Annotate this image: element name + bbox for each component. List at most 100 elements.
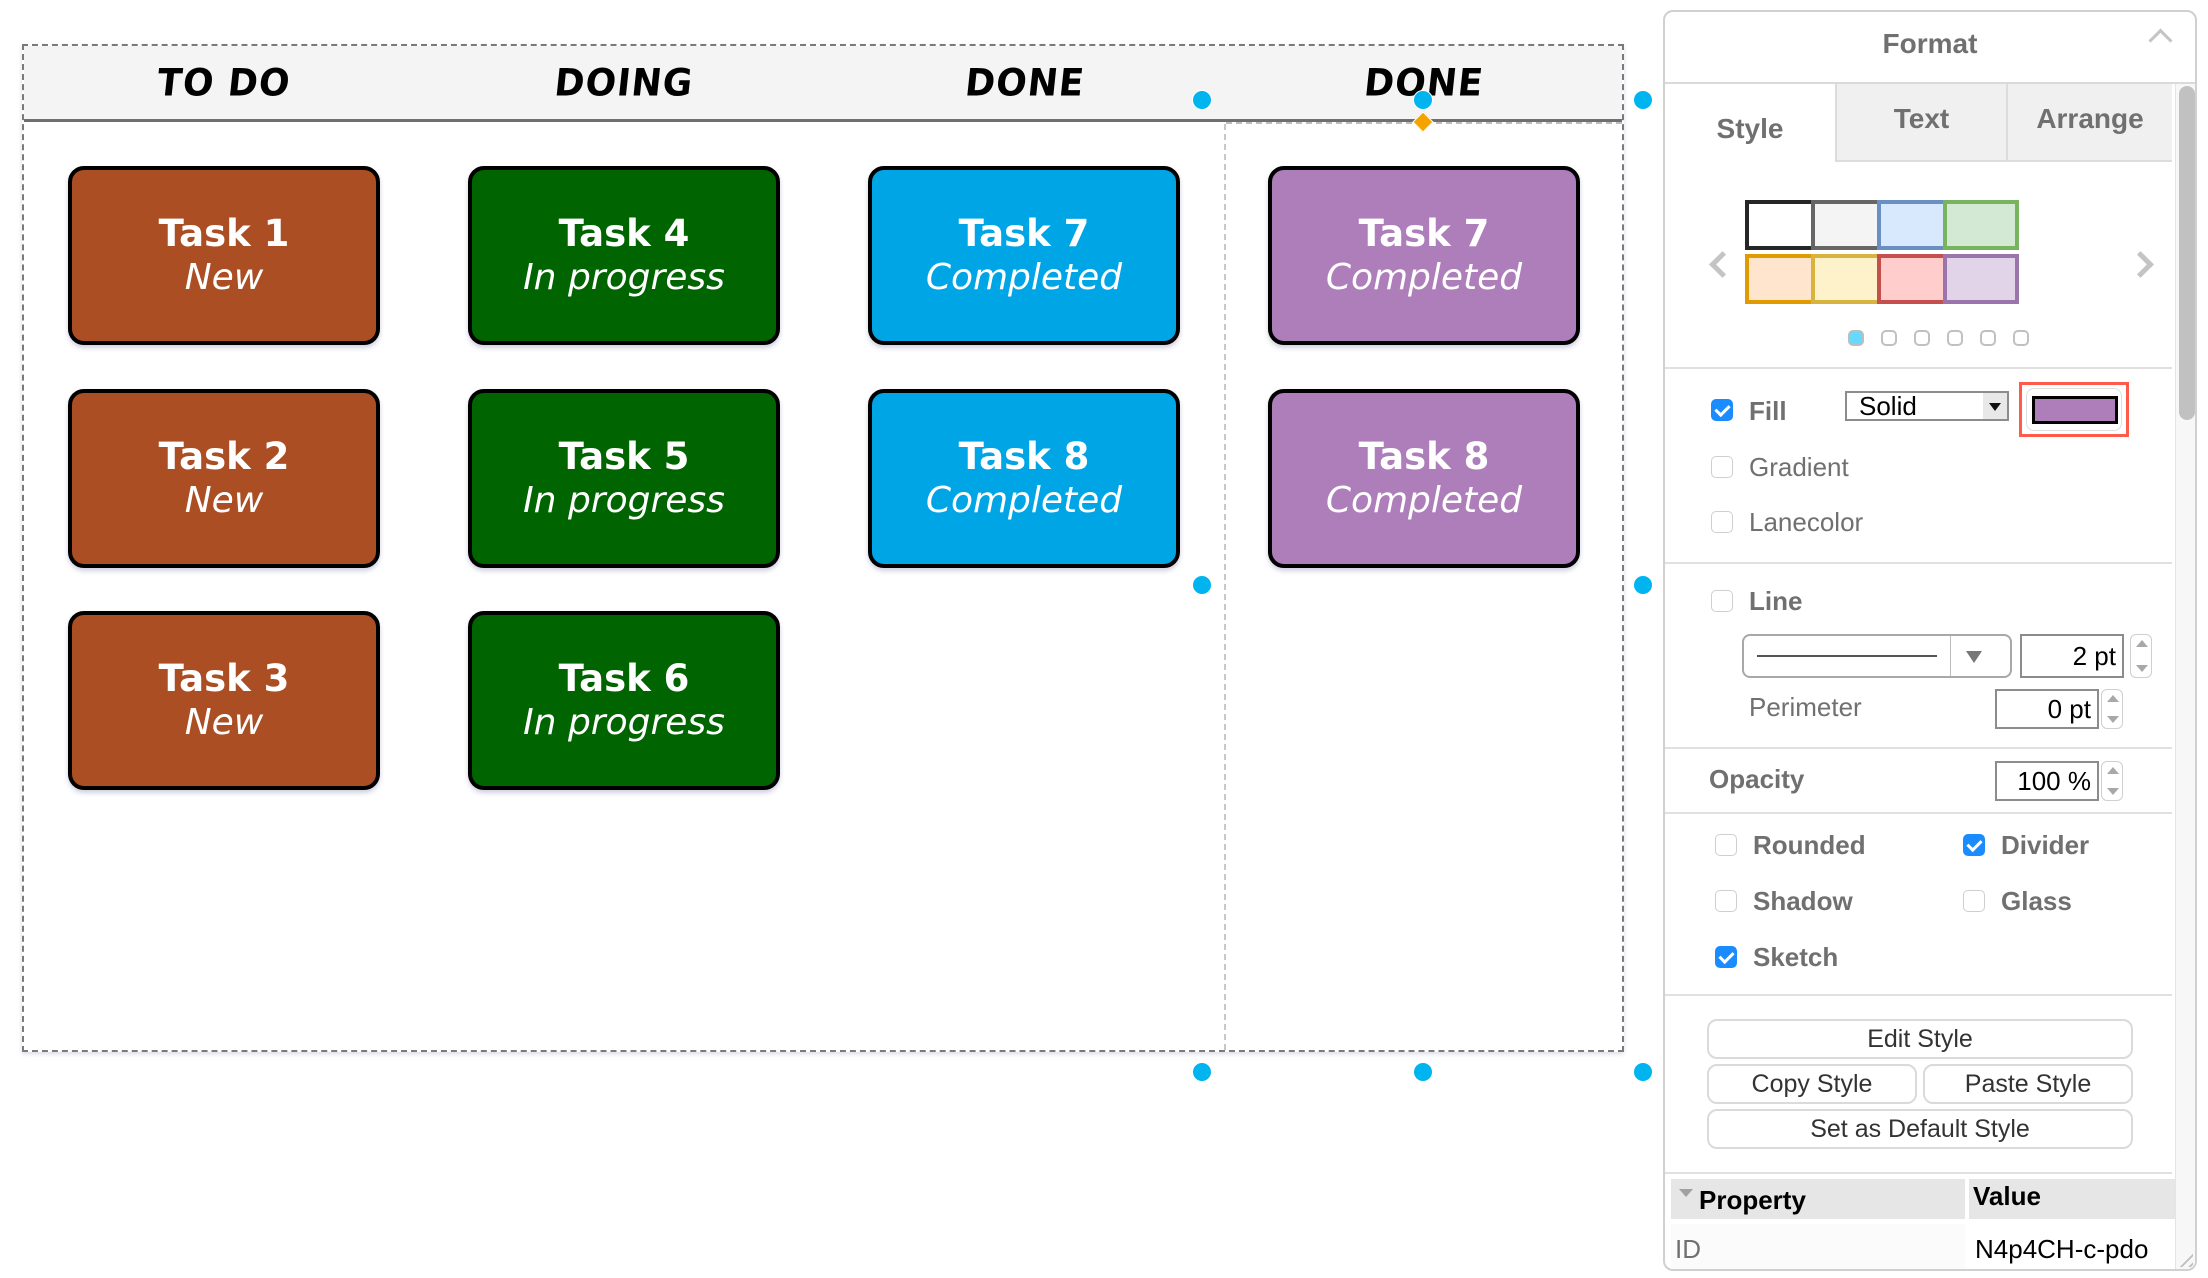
spin-down-icon[interactable] <box>2107 716 2119 723</box>
resize-handle-left[interactable] <box>1192 575 1212 595</box>
card-status: New <box>184 479 264 521</box>
fill-type-select[interactable]: Solid <box>1845 391 2009 421</box>
value-column-header[interactable]: Value <box>1969 1179 2175 1219</box>
rounded-label: Rounded <box>1753 830 1866 860</box>
line-style-preview <box>1757 655 1937 657</box>
format-panel: Format Style Text Arrange Fill Solid Gra… <box>1663 10 2197 1271</box>
chevron-down-icon <box>1966 651 1982 663</box>
style-swatch[interactable] <box>1943 254 2019 304</box>
task-card[interactable]: Task 5 In progress <box>468 389 780 568</box>
collapse-triangle-icon[interactable] <box>1679 1189 1693 1197</box>
swatch-page-dot[interactable] <box>1947 330 1963 346</box>
scrollbar-thumb[interactable] <box>2179 86 2195 420</box>
perimeter-label: Perimeter <box>1749 692 1862 722</box>
card-status: In progress <box>523 701 725 743</box>
panel-title-text: Format <box>1882 28 1978 59</box>
glass-label: Glass <box>2001 886 2072 916</box>
task-card[interactable]: Task 8 Completed <box>1268 389 1580 568</box>
style-swatch[interactable] <box>1943 200 2019 250</box>
lanecolor-checkbox[interactable] <box>1711 511 1733 533</box>
style-swatch[interactable] <box>1811 254 1887 304</box>
opacity-input[interactable]: 100 % <box>1995 761 2099 801</box>
style-swatch[interactable] <box>1745 254 1821 304</box>
chevron-left-icon[interactable] <box>1709 251 1736 278</box>
swatch-page-dot[interactable] <box>1980 330 1996 346</box>
card-status: Completed <box>925 479 1123 521</box>
task-card[interactable]: Task 1 New <box>68 166 380 345</box>
perimeter-spinner[interactable] <box>2101 689 2123 729</box>
task-card[interactable]: Task 4 In progress <box>468 166 780 345</box>
task-card[interactable]: Task 6 In progress <box>468 611 780 790</box>
lane-divider <box>1224 124 1226 1050</box>
divider <box>1665 747 2172 749</box>
style-swatch[interactable] <box>1745 200 1821 250</box>
divider-label: Divider <box>2001 830 2090 860</box>
style-swatch[interactable] <box>1811 200 1887 250</box>
perimeter-input[interactable]: 0 pt <box>1995 689 2099 729</box>
card-status: New <box>184 701 264 743</box>
chevron-right-icon[interactable] <box>2127 251 2154 278</box>
swatch-page-dot[interactable] <box>1914 330 1930 346</box>
task-card[interactable]: Task 2 New <box>68 389 380 568</box>
line-width-input[interactable]: 2 pt <box>2020 634 2124 678</box>
resize-handle-right[interactable] <box>1633 575 1653 595</box>
task-card[interactable]: Task 7 Completed <box>1268 166 1580 345</box>
swatch-page-dot[interactable] <box>1848 330 1864 346</box>
fill-color-button[interactable] <box>2032 396 2118 424</box>
chevron-up-icon[interactable] <box>2148 28 2173 53</box>
rounded-checkbox[interactable] <box>1715 834 1737 856</box>
shadow-checkbox[interactable] <box>1715 890 1737 912</box>
glass-checkbox[interactable] <box>1963 890 1985 912</box>
gradient-checkbox[interactable] <box>1711 456 1733 478</box>
resize-handle-bottom-left[interactable] <box>1192 1062 1212 1082</box>
divider-checkbox[interactable] <box>1963 834 1985 856</box>
line-checkbox[interactable] <box>1711 590 1733 612</box>
column-label-doing[interactable]: DOING <box>420 44 828 121</box>
property-column-header[interactable]: Property <box>1671 1179 1965 1219</box>
format-tabs: Style Text Arrange <box>1665 84 2172 162</box>
copy-style-button[interactable]: Copy Style <box>1707 1064 1917 1104</box>
task-card[interactable]: Task 8 Completed <box>868 389 1180 568</box>
spin-up-icon[interactable] <box>2136 640 2148 647</box>
paste-style-button[interactable]: Paste Style <box>1923 1064 2133 1104</box>
opacity-spinner[interactable] <box>2101 761 2123 801</box>
spin-down-icon[interactable] <box>2107 788 2119 795</box>
resize-handle-top[interactable] <box>1413 90 1433 110</box>
card-status: In progress <box>523 256 725 298</box>
card-title: Task 2 <box>158 434 290 478</box>
line-width-spinner[interactable] <box>2130 634 2152 678</box>
column-label-to-do[interactable]: TO DO <box>20 44 428 121</box>
card-title: Task 1 <box>158 211 290 255</box>
style-swatch[interactable] <box>1877 254 1953 304</box>
line-style-select[interactable] <box>1742 634 2012 678</box>
chevron-down-icon <box>1989 403 2001 411</box>
card-title: Task 8 <box>1358 434 1490 478</box>
swatch-page-dot[interactable] <box>1881 330 1897 346</box>
column-label-done[interactable]: DONE <box>820 44 1230 121</box>
task-card[interactable]: Task 3 New <box>68 611 380 790</box>
divider <box>1665 562 2172 564</box>
task-card[interactable]: Task 7 Completed <box>868 166 1180 345</box>
value-cell[interactable]: N4p4CH-c-pdo <box>1969 1224 2175 1269</box>
swatch-page-dot[interactable] <box>2013 330 2029 346</box>
dropdown-arrow <box>1983 393 2007 419</box>
property-cell: ID <box>1671 1224 1965 1269</box>
tab-text[interactable]: Text <box>1835 84 2006 162</box>
tab-arrange[interactable]: Arrange <box>2006 84 2172 162</box>
resize-handle-bottom-right[interactable] <box>1633 1062 1653 1082</box>
resize-handle-bottom[interactable] <box>1413 1062 1433 1082</box>
sketch-checkbox[interactable] <box>1715 946 1737 968</box>
spin-up-icon[interactable] <box>2107 767 2119 774</box>
resize-handle-top-right[interactable] <box>1633 90 1653 110</box>
spin-down-icon[interactable] <box>2136 665 2148 672</box>
spin-up-icon[interactable] <box>2107 695 2119 702</box>
resize-handle-top-left[interactable] <box>1192 90 1212 110</box>
fill-checkbox[interactable] <box>1711 399 1733 421</box>
fill-color-highlight <box>2019 382 2129 437</box>
style-swatch[interactable] <box>1877 200 1953 250</box>
kanban-board-container[interactable]: TO DO DOING DONE DONE Task 1 New Task 2 … <box>22 44 1624 1052</box>
value-header-label: Value <box>1973 1181 2041 1211</box>
tab-style[interactable]: Style <box>1665 84 1835 162</box>
edit-style-button[interactable]: Edit Style <box>1707 1019 2133 1059</box>
set-default-style-button[interactable]: Set as Default Style <box>1707 1109 2133 1149</box>
